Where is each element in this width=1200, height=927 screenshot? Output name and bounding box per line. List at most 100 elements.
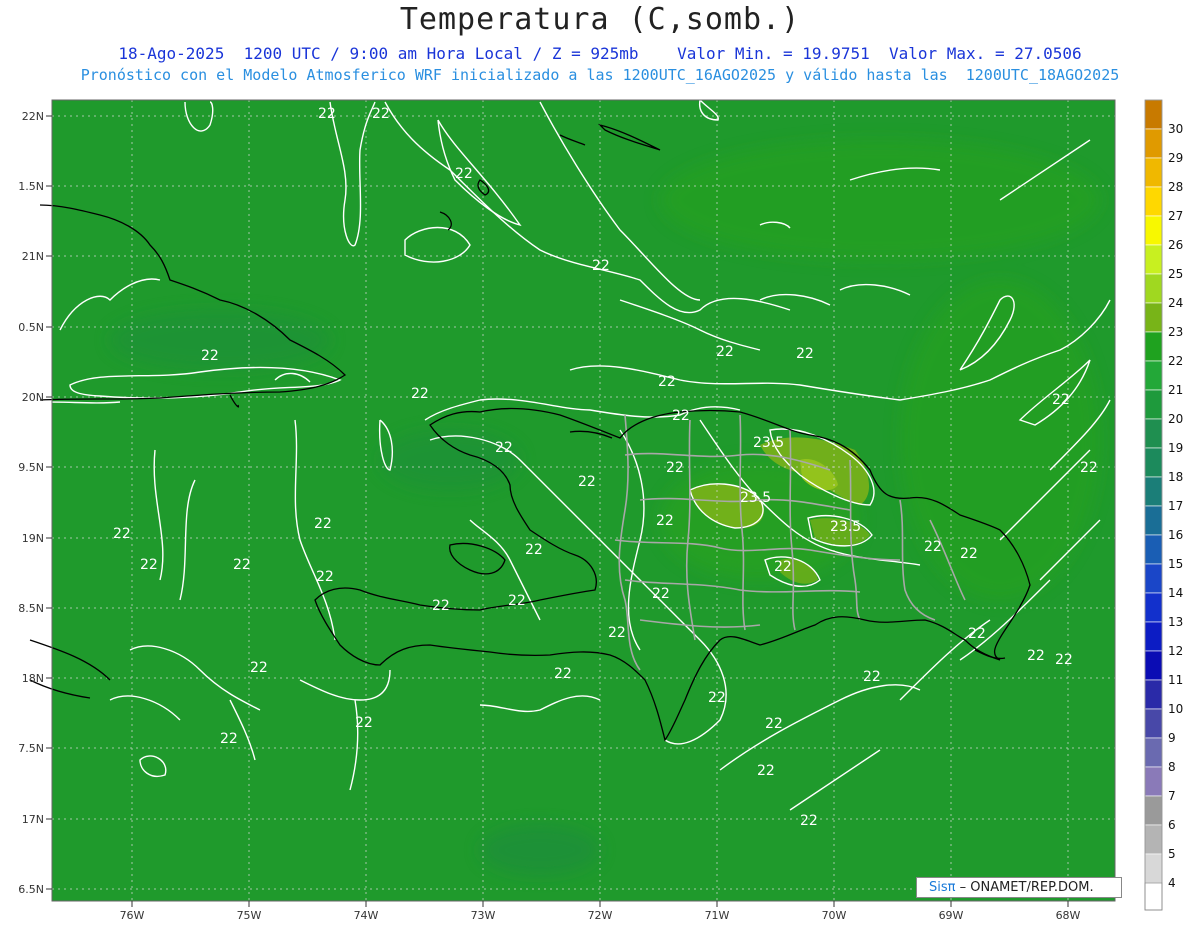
contour-label: 22: [863, 669, 881, 685]
colorbar-label: 15: [1168, 557, 1183, 571]
colorbar-label: 14: [1168, 586, 1183, 600]
colorbar-label: 27: [1168, 209, 1183, 223]
colorbar-label: 10: [1168, 702, 1183, 716]
colorbar-swatch: [1144, 186, 1163, 217]
colorbar-swatch: [1144, 824, 1163, 855]
contour-label: 22: [220, 731, 238, 747]
lon-tick-label: 70W: [822, 909, 847, 922]
lat-tick-label: 8.5N: [18, 602, 44, 615]
colorbar-swatch: [1144, 447, 1163, 478]
colorbar-label: 20: [1168, 412, 1183, 426]
colorbar-swatch: [1144, 505, 1163, 536]
contour-label: 22: [1055, 652, 1073, 668]
contour-label: 22: [318, 106, 336, 122]
colorbar-label: 8: [1168, 760, 1176, 774]
logo-text: – ONAMET/REP.DOM.: [955, 880, 1094, 895]
lat-tick-label: 1.5N: [18, 180, 44, 193]
lat-tick-label: 20N: [22, 391, 44, 404]
colorbar-swatch: [1144, 650, 1163, 681]
colorbar-swatch: [1144, 534, 1163, 565]
latitude-axis: 22N 1.5N 21N 0.5N 20N 9.5N 19N 8.5N 18N 7.5N 17N 6.…: [18, 110, 52, 896]
colorbar-label: 5: [1168, 847, 1176, 861]
contour-label: 22: [250, 660, 268, 676]
colorbar-swatch: [1144, 853, 1163, 884]
colorbar-swatch: [1144, 563, 1163, 594]
colorbar-swatch: [1144, 766, 1163, 797]
colorbar-swatch: [1144, 360, 1163, 391]
sispi-brand: Sisπ: [929, 880, 956, 895]
contour-label: 22: [1080, 460, 1098, 476]
colorbar-swatch: [1144, 795, 1163, 826]
contour-label: 22: [495, 440, 513, 456]
colorbar-swatch: [1144, 244, 1163, 275]
colorbar-swatch: [1144, 302, 1163, 333]
colorbar-swatch: [1144, 215, 1163, 246]
lon-tick-label: 73W: [471, 909, 496, 922]
lat-tick-label: 0.5N: [18, 321, 44, 334]
longitude-axis: 76W 75W 74W 73W 72W 71W 70W 69W 68W: [120, 901, 1081, 922]
contour-label: 22: [372, 106, 390, 122]
contour-label: 23.5: [830, 519, 861, 535]
contour-label: 22: [233, 557, 251, 573]
colorbar-label: 7: [1168, 789, 1176, 803]
lat-tick-label: 19N: [22, 532, 44, 545]
contour-label: 22: [525, 542, 543, 558]
contour-label: 22: [658, 374, 676, 390]
contour-label: 22: [592, 258, 610, 274]
lon-tick-label: 68W: [1056, 909, 1081, 922]
colorbar-label: 16: [1168, 528, 1183, 542]
colorbar-label: 29: [1168, 151, 1183, 165]
colorbar-label: 12: [1168, 644, 1183, 658]
contour-label: 22: [708, 690, 726, 706]
contour-label: 22: [672, 408, 690, 424]
contour-label: 22: [652, 586, 670, 602]
contour-label: 22: [716, 344, 734, 360]
colorbar-label: 22: [1168, 354, 1183, 368]
contour-label: 22: [765, 716, 783, 732]
contour-label: 22: [796, 346, 814, 362]
lat-tick-label: 9.5N: [18, 461, 44, 474]
contour-label: 22: [411, 386, 429, 402]
colorbar-swatch: [1144, 157, 1163, 188]
contour-label: 23.5: [740, 490, 771, 506]
contour-label: 22: [113, 526, 131, 542]
colorbar-swatch: [1144, 476, 1163, 507]
contour-label: 22: [1052, 392, 1070, 408]
colorbar-swatch: [1144, 128, 1163, 159]
contour-label: 22: [800, 813, 818, 829]
colorbar-label: 18: [1168, 470, 1183, 484]
contour-label: 22: [355, 715, 373, 731]
colorbar-label: 9: [1168, 731, 1176, 745]
contour-label: 23.5: [753, 435, 784, 451]
colorbar-swatch: [1144, 592, 1163, 623]
contour-label: 22: [578, 474, 596, 490]
colorbar-label: 13: [1168, 615, 1183, 629]
colorbar-label: 4: [1168, 876, 1176, 890]
contour-label: 22: [656, 513, 674, 529]
contour-label: 22: [774, 559, 792, 575]
contour-label: 22: [140, 557, 158, 573]
colorbar-label: 17: [1168, 499, 1183, 513]
onamet-logo: Sisπ – ONAMET/REP.DOM.: [916, 877, 1122, 898]
lon-tick-label: 69W: [939, 909, 964, 922]
colorbar-label: 28: [1168, 180, 1183, 194]
lon-tick-label: 74W: [354, 909, 379, 922]
contour-label: 22: [960, 546, 978, 562]
colorbar-label: 19: [1168, 441, 1183, 455]
contour-label: 22: [666, 460, 684, 476]
colorbar: 30 29 28 27 26 25 24 23 22 21 20 19 18 17 16 15 14 13 12 11…: [1144, 99, 1183, 911]
colorbar-swatch: [1144, 331, 1163, 362]
contour-label: 22: [314, 516, 332, 532]
colorbar-swatch: [1144, 99, 1163, 130]
lat-tick-label: 21N: [22, 250, 44, 263]
lat-tick-label: 6.5N: [18, 883, 44, 896]
contour-label: 22: [968, 626, 986, 642]
contour-label: 22: [554, 666, 572, 682]
colorbar-swatch: [1144, 679, 1163, 710]
colorbar-swatch: [1144, 389, 1163, 420]
contour-label: 22: [757, 763, 775, 779]
colorbar-swatch: [1144, 273, 1163, 304]
contour-label: 22: [432, 598, 450, 614]
lon-tick-label: 71W: [705, 909, 730, 922]
colorbar-label: 23: [1168, 325, 1183, 339]
